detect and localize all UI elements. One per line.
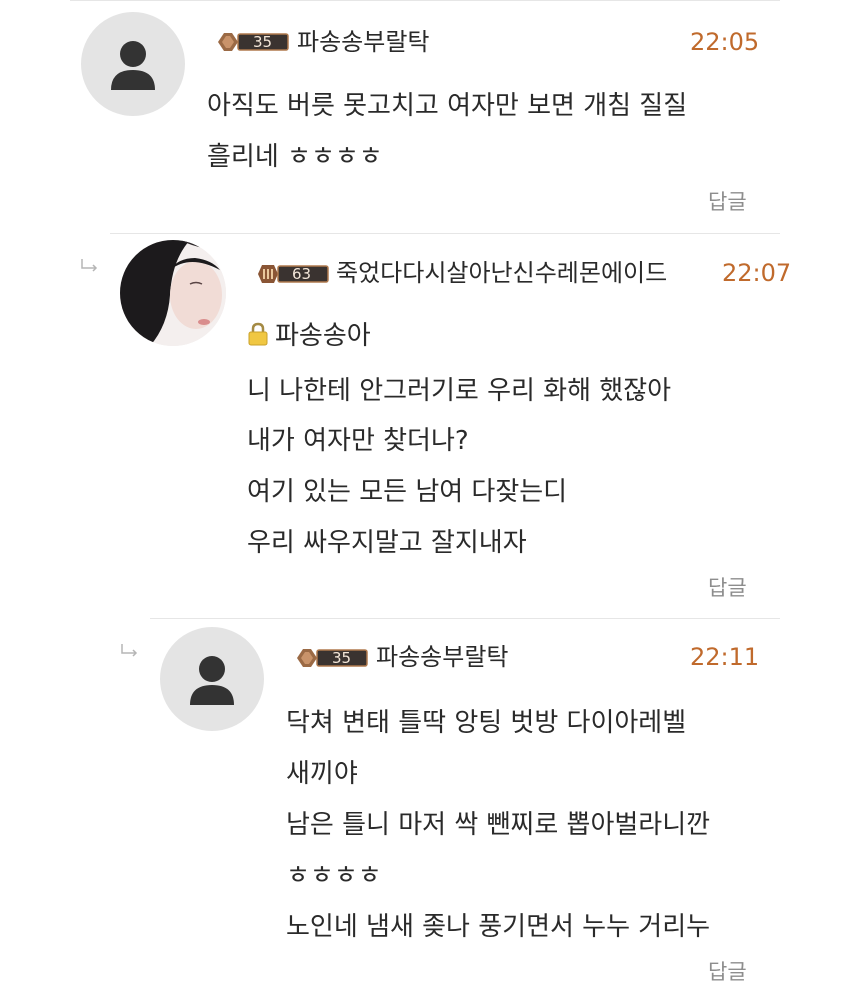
timestamp: 22:05 (690, 28, 760, 56)
nickname[interactable]: 죽었다다시살아난신수레몬에이드 (336, 258, 667, 288)
comment-line: 니 나한테 안그러기로 우리 화해 했잖아 (247, 376, 672, 406)
top-divider (70, 0, 780, 1)
avatar-photo[interactable] (120, 240, 226, 346)
comment-line: 우리 싸우지말고 잘지내자 (247, 528, 527, 558)
badge-level-text: 35 (332, 649, 352, 667)
timestamp: 22:07 (722, 259, 792, 287)
comment-line: 새끼야 (286, 759, 358, 789)
reply-button[interactable]: 답글 (708, 575, 747, 601)
comment-line: 닥쳐 변태 틀딱 앙팅 벗방 다이아레벨 (286, 708, 687, 738)
avatar[interactable] (81, 12, 185, 116)
comment-line: 흘리네 ㅎㅎㅎㅎ (207, 142, 383, 172)
comment-line: 노인네 냄새 좆나 풍기면서 누누 거리누 (286, 912, 711, 942)
reply-arrow-icon (81, 259, 98, 272)
comment-line: 아직도 버릇 못고치고 여자만 보면 개침 질질 (207, 91, 688, 121)
comment-line: 남은 틀니 마저 싹 뺀찌로 뽑아벌라니깐 (286, 810, 711, 840)
comment-line: 내가 여자만 찾더나? (247, 426, 469, 456)
badge-level-text: 35 (253, 33, 273, 51)
lock-icon (248, 322, 268, 346)
nickname[interactable]: 파송송부랄탁 (376, 642, 508, 672)
comment-divider (150, 618, 780, 619)
timestamp: 22:11 (690, 643, 760, 671)
comment-divider (110, 233, 780, 234)
user-icon (111, 41, 155, 90)
avatar[interactable] (160, 627, 264, 731)
mention-line: 파송송아 (247, 319, 371, 353)
nickname[interactable]: 파송송부랄탁 (297, 27, 429, 57)
reply-arrow-icon (121, 644, 138, 657)
reply-button[interactable]: 답글 (708, 959, 747, 985)
badge-level-text: 63 (292, 265, 312, 283)
comment-line: ㅎㅎㅎㅎ (286, 861, 382, 891)
profile-photo-image (120, 240, 226, 346)
reply-button[interactable]: 답글 (708, 189, 747, 215)
comment-line: 여기 있는 모든 남여 다잦는디 (247, 477, 568, 507)
user-icon (190, 656, 234, 705)
mention-name[interactable]: 파송송아 (275, 321, 371, 351)
